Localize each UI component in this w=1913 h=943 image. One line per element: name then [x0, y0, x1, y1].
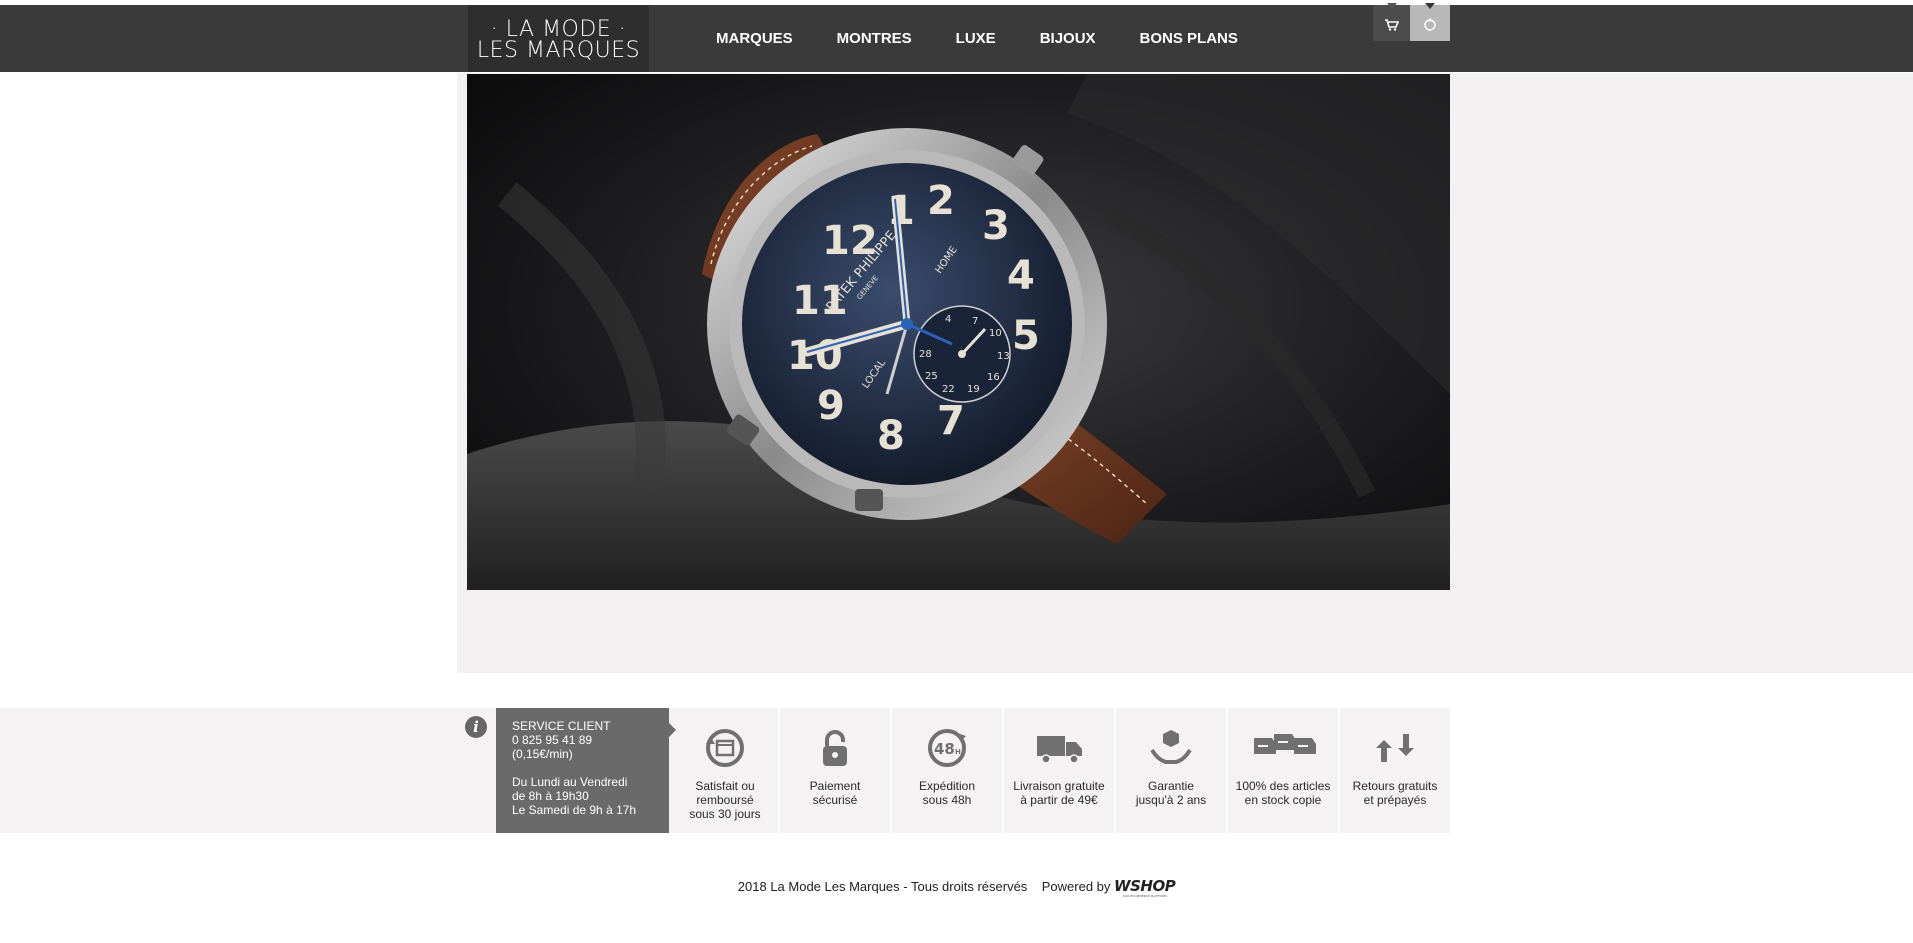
feature-free-returns-label: Retours gratuits et prépayés [1352, 779, 1438, 807]
account-button[interactable] [1410, 3, 1450, 41]
stock-boxes-icon [1254, 734, 1316, 754]
svg-text:H: H [955, 748, 961, 756]
nav-bons-plans[interactable]: BONS PLANS [1140, 30, 1238, 47]
feature-warranty-label: Garantie jusqu'à 2 ans [1135, 779, 1207, 807]
main-nav: MARQUES MONTRES LUXE BIJOUX BONS PLANS [716, 5, 1238, 72]
svg-text:25: 25 [925, 371, 938, 382]
account-icon [1424, 18, 1436, 31]
customer-service-box: SERVICE CLIENT 0 825 95 41 89 (0,15€/min… [496, 708, 676, 833]
site-header: · LA MODE · LES MARQUES MARQUES MONTRES … [0, 3, 1913, 72]
feature-free-delivery: Livraison gratuite à partir de 49€ [1004, 708, 1114, 833]
info-icon: i [465, 716, 487, 738]
feature-shipping-48h: 48 H Expédition sous 48h [892, 708, 1002, 833]
nav-luxe[interactable]: LUXE [956, 30, 996, 47]
nav-bijoux[interactable]: BIJOUX [1040, 30, 1096, 47]
hero-banner[interactable]: 12 1 2 3 4 5 7 8 9 10 11 PATEK PHILIPPE … [467, 74, 1450, 590]
feature-stock: 100% des articles en stock copie [1228, 708, 1338, 833]
wshop-logo-text: WSHOP [1114, 877, 1176, 895]
service-hours-weekday: Du Lundi au Vendredi [512, 775, 628, 789]
hero-watch-image: 12 1 2 3 4 5 7 8 9 10 11 PATEK PHILIPPE … [467, 74, 1450, 590]
svg-text:5: 5 [1012, 313, 1040, 359]
svg-text:4: 4 [945, 314, 951, 325]
padlock-icon [823, 730, 847, 766]
svg-text:22: 22 [942, 384, 955, 395]
svg-text:16: 16 [987, 372, 1000, 383]
svg-text:7: 7 [972, 316, 978, 327]
service-phone[interactable]: 0 825 95 41 89 [512, 733, 636, 747]
service-hours-saturday: Le Samedi de 9h à 17h [512, 803, 637, 817]
feature-secure-payment: Paiement sécurisé [780, 708, 890, 833]
feature-free-delivery-label: Livraison gratuite à partir de 49€ [1013, 779, 1105, 807]
nav-marques[interactable]: MARQUES [716, 30, 793, 47]
cart-caret-icon [1387, 3, 1397, 9]
refund-icon [706, 729, 744, 767]
svg-text:4: 4 [1007, 253, 1035, 299]
48h-icon: 48 H [928, 729, 966, 767]
svg-text:3: 3 [982, 203, 1010, 249]
warranty-box-icon [1150, 730, 1192, 764]
svg-text:13: 13 [997, 351, 1010, 362]
exchange-arrows-icon [1376, 734, 1414, 762]
svg-text:48: 48 [934, 740, 955, 758]
svg-text:8: 8 [877, 413, 905, 459]
feature-shipping-48h-label: Expédition sous 48h [918, 779, 976, 807]
footer-powered-by: Powered by [1041, 878, 1111, 894]
wshop-tagline: OUR ECOMMERCE PLATFORM [1122, 894, 1167, 898]
svg-text:9: 9 [817, 383, 845, 429]
svg-text:7: 7 [937, 398, 965, 444]
service-hours-weekday-time: de 8h à 19h30 [512, 789, 589, 803]
site-logo[interactable]: · LA MODE · LES MARQUES [468, 5, 649, 72]
truck-icon [1037, 736, 1082, 764]
svg-text:28: 28 [919, 349, 932, 360]
feature-refund: Satisfait ou remboursé sous 30 jours [670, 708, 780, 833]
wshop-logo[interactable]: WSHOP OUR ECOMMERCE PLATFORM [1114, 877, 1176, 898]
feature-refund-label: Satisfait ou remboursé sous 30 jours [689, 779, 761, 821]
svg-text:10: 10 [989, 328, 1002, 339]
feature-warranty: Garantie jusqu'à 2 ans [1116, 708, 1226, 833]
feature-secure-payment-label: Paiement sécurisé [809, 779, 861, 807]
cart-button[interactable] [1373, 3, 1410, 41]
feature-stock-label: 100% des articles en stock copie [1235, 779, 1331, 807]
footer-copyright: 2018 La Mode Les Marques - Tous droits r… [737, 878, 1028, 894]
service-rate: (0,15€/min) [512, 747, 573, 761]
site-footer: 2018 La Mode Les Marques - Tous droits r… [0, 877, 1913, 898]
nav-montres[interactable]: MONTRES [837, 30, 912, 47]
feature-free-returns: Retours gratuits et prépayés [1340, 708, 1450, 833]
svg-text:2: 2 [927, 178, 955, 224]
service-title: SERVICE CLIENT [512, 719, 611, 733]
logo-line-2: LES MARQUES [476, 38, 641, 63]
account-caret-icon [1425, 3, 1435, 9]
cart-icon [1385, 19, 1400, 31]
svg-text:19: 19 [967, 384, 980, 395]
